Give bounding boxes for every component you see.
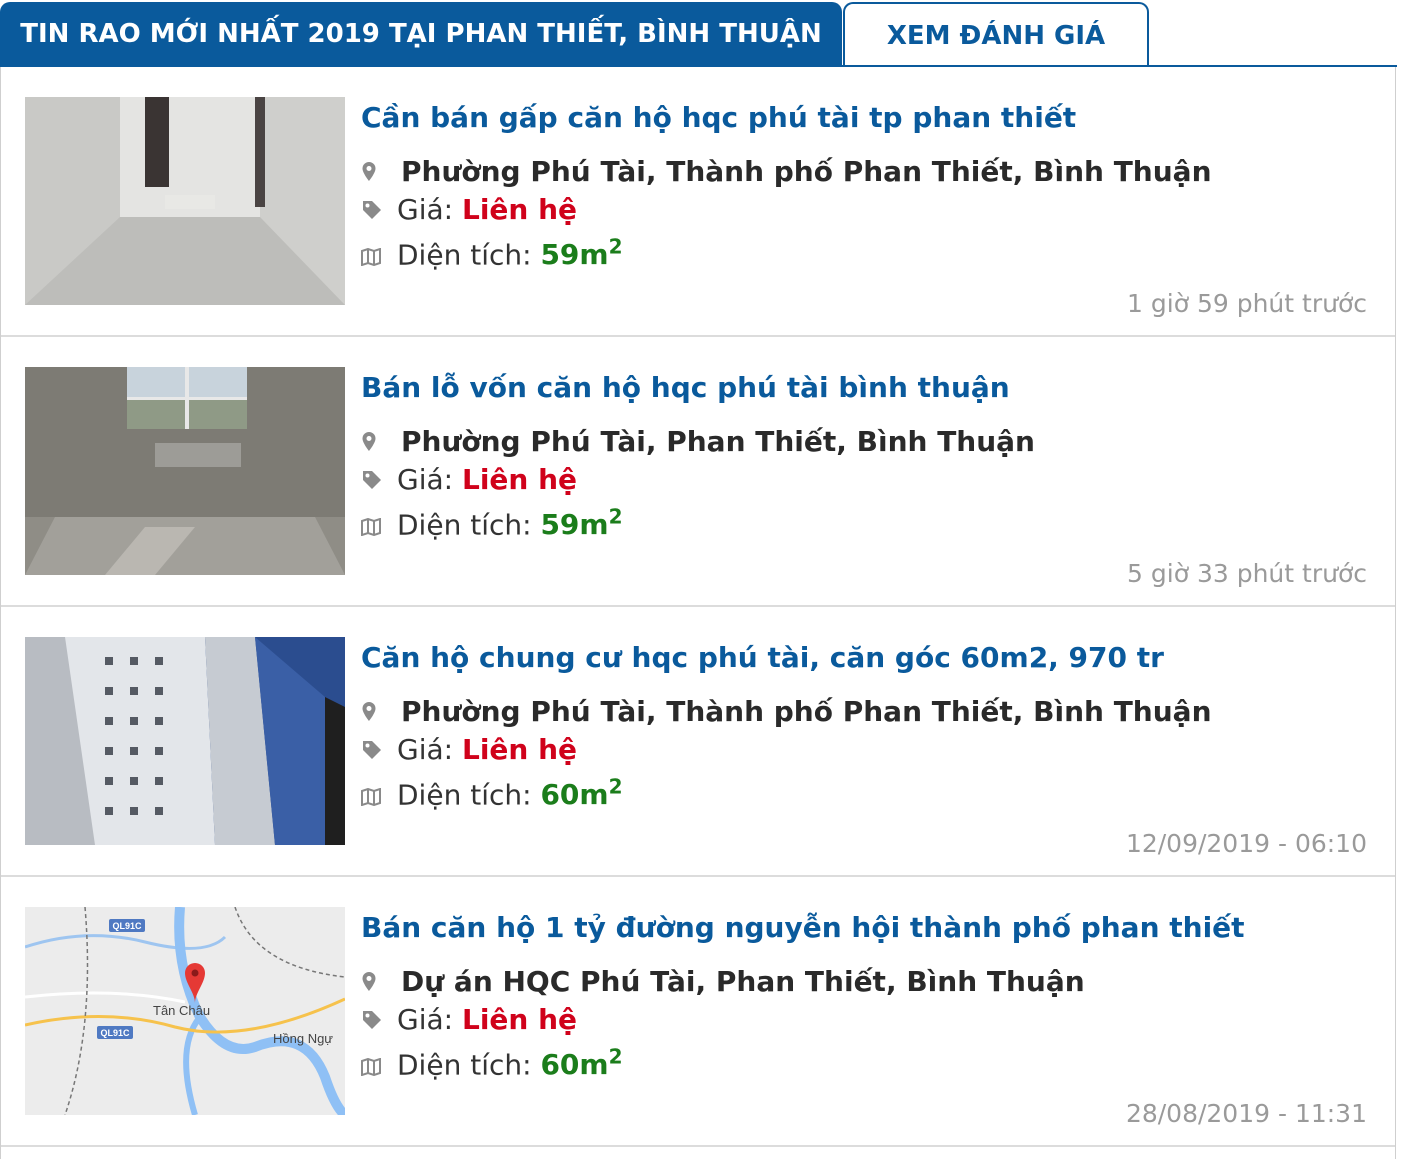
- listing-title[interactable]: Bán lỗ vốn căn hộ hqc phú tài bình thuận: [361, 371, 1010, 404]
- listing-area: Diện tích: 59m2: [361, 235, 623, 273]
- listing-time: 1 giờ 59 phút trước: [1127, 289, 1367, 318]
- area-label: Diện tích:: [397, 1048, 532, 1082]
- price-value: Liên hệ: [461, 193, 578, 226]
- listing-address: Phường Phú Tài, Phan Thiết, Bình Thuận: [361, 425, 1035, 460]
- listing-area: Diện tích: 60m2: [361, 1045, 623, 1083]
- tab-latest-listings[interactable]: TIN RAO MỚI NHẤT 2019 TẠI PHAN THIẾT, BÌ…: [0, 2, 842, 66]
- listing-title[interactable]: Cần bán gấp căn hộ hqc phú tài tp phan t…: [361, 101, 1076, 134]
- map-pin-icon: [361, 427, 383, 460]
- map-area-icon: [361, 510, 383, 543]
- listing-item: Cần bán gấp căn hộ hqc phú tài tp phan t…: [1, 67, 1395, 337]
- empty-corridor-photo: [25, 97, 345, 305]
- listing-price: Giá: Liên hệ: [361, 463, 577, 498]
- listing-price: Giá: Liên hệ: [361, 1003, 577, 1038]
- location-map-thumbnail: QL91C QL91C Tân Châu Hồng Ngự: [25, 907, 345, 1115]
- area-value: 60m2: [540, 1045, 623, 1082]
- price-value: Liên hệ: [461, 733, 578, 766]
- road-label-2: QL91C: [100, 1028, 130, 1038]
- listing-address-text: Phường Phú Tài, Phan Thiết, Bình Thuận: [401, 425, 1035, 458]
- listing-address-text: Dự án HQC Phú Tài, Phan Thiết, Bình Thuậ…: [401, 965, 1085, 998]
- price-value: Liên hệ: [461, 463, 578, 496]
- listing-address-text: Phường Phú Tài, Thành phố Phan Thiết, Bì…: [401, 155, 1212, 188]
- town-label-2: Hồng Ngự: [273, 1031, 333, 1046]
- tag-icon: [361, 465, 383, 498]
- area-value: 59m2: [540, 235, 623, 272]
- map-area-icon: [361, 1050, 383, 1083]
- price-label: Giá:: [397, 193, 454, 226]
- price-label: Giá:: [397, 463, 454, 496]
- tag-icon: [361, 735, 383, 768]
- listing-title[interactable]: Bán căn hộ 1 tỷ đường nguyễn hội thành p…: [361, 911, 1245, 944]
- map-pin-icon: [361, 967, 383, 1000]
- area-value: 59m2: [540, 505, 623, 542]
- tab-bar: TIN RAO MỚI NHẤT 2019 TẠI PHAN THIẾT, BÌ…: [0, 0, 1403, 67]
- tag-icon: [361, 1005, 383, 1038]
- listing-address-text: Phường Phú Tài, Thành phố Phan Thiết, Bì…: [401, 695, 1212, 728]
- tab-reviews[interactable]: XEM ĐÁNH GIÁ: [843, 2, 1149, 65]
- price-label: Giá:: [397, 733, 454, 766]
- price-value: Liên hệ: [461, 1003, 578, 1036]
- road-label-1: QL91C: [112, 921, 142, 931]
- map-area-icon: [361, 240, 383, 273]
- price-label: Giá:: [397, 1003, 454, 1036]
- tag-icon: [361, 195, 383, 228]
- listing-area: Diện tích: 59m2: [361, 505, 623, 543]
- listing-thumbnail[interactable]: QL91C QL91C Tân Châu Hồng Ngự: [25, 907, 345, 1115]
- listing-address: Phường Phú Tài, Thành phố Phan Thiết, Bì…: [361, 155, 1212, 190]
- listing-thumbnail[interactable]: [25, 637, 345, 845]
- area-label: Diện tích:: [397, 238, 532, 272]
- listing-thumbnail[interactable]: [25, 367, 345, 575]
- listing-time: 28/08/2019 - 11:31: [1125, 1099, 1367, 1128]
- apartment-building-photo: [25, 637, 345, 845]
- listing-item: QL91C QL91C Tân Châu Hồng Ngự Bán căn hộ…: [1, 877, 1395, 1147]
- map-area-icon: [361, 780, 383, 813]
- listing-time: 5 giờ 33 phút trước: [1127, 559, 1367, 588]
- town-label-1: Tân Châu: [153, 1003, 210, 1018]
- listing-address: Dự án HQC Phú Tài, Phan Thiết, Bình Thuậ…: [361, 965, 1085, 1000]
- map-pin-icon: [361, 697, 383, 730]
- area-label: Diện tích:: [397, 508, 532, 542]
- listing-title[interactable]: Căn hộ chung cư hqc phú tài, căn góc 60m…: [361, 641, 1164, 674]
- listing-item: Bán lỗ vốn căn hộ hqc phú tài bình thuận…: [1, 337, 1395, 607]
- listing-thumbnail[interactable]: [25, 97, 345, 305]
- map-pin-icon: [361, 157, 383, 190]
- listing-list: Cần bán gấp căn hộ hqc phú tài tp phan t…: [0, 67, 1396, 1159]
- listing-address: Phường Phú Tài, Thành phố Phan Thiết, Bì…: [361, 695, 1212, 730]
- empty-room-photo: [25, 367, 345, 575]
- listing-item: Căn hộ chung cư hqc phú tài, căn góc 60m…: [1, 607, 1395, 877]
- listing-area: Diện tích: 60m2: [361, 775, 623, 813]
- listing-price: Giá: Liên hệ: [361, 733, 577, 768]
- listing-time: 12/09/2019 - 06:10: [1125, 829, 1367, 858]
- listing-price: Giá: Liên hệ: [361, 193, 577, 228]
- area-value: 60m2: [540, 775, 623, 812]
- area-label: Diện tích:: [397, 778, 532, 812]
